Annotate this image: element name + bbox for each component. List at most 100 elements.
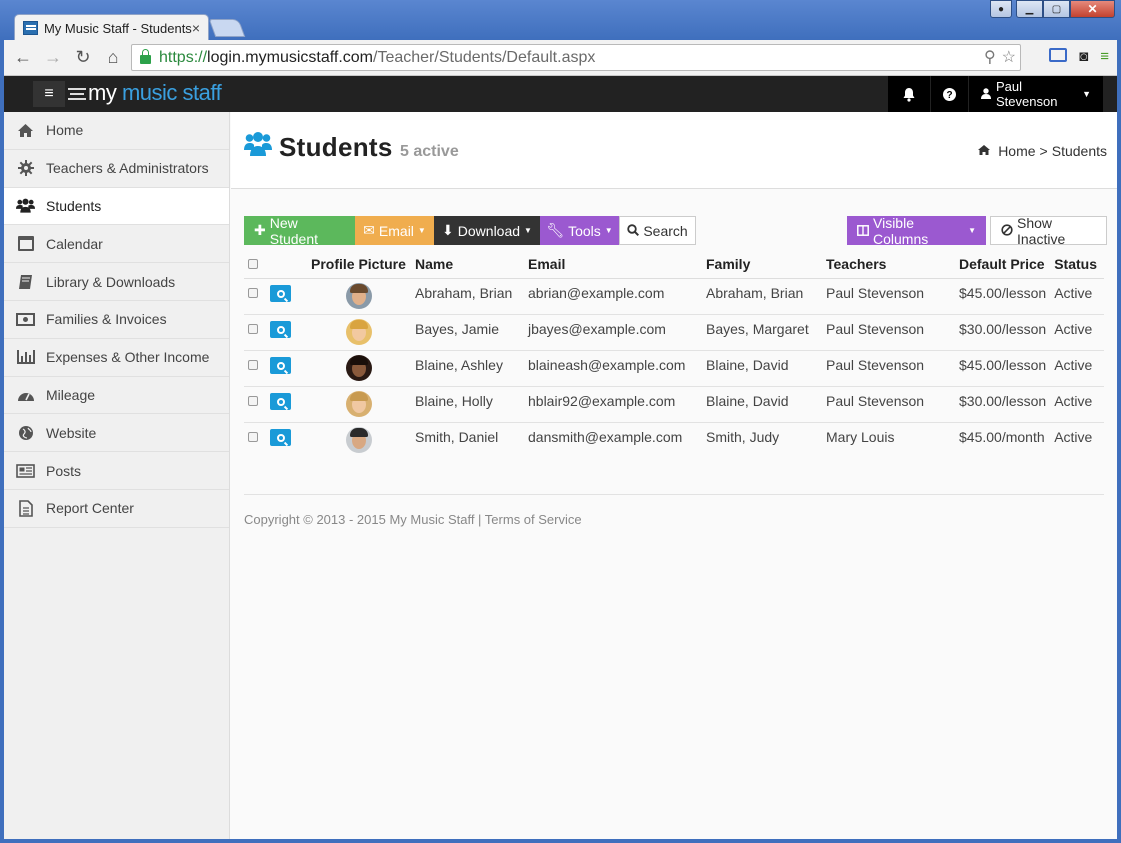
avatar[interactable]	[346, 318, 372, 345]
new-student-button[interactable]: ✚ New Student	[244, 215, 355, 247]
student-price: $45.00/lesson	[955, 350, 1051, 387]
sidebar-item-teachers[interactable]: Teachers & Administrators	[4, 150, 229, 188]
user-menu[interactable]: Paul Stevenson ▼	[969, 76, 1103, 112]
new-tab-button[interactable]	[208, 19, 246, 37]
student-email: hblair92@example.com	[524, 386, 702, 423]
url-host: login.mymusicstaff.com	[207, 48, 374, 66]
column-header-profile-picture[interactable]: Profile Picture	[307, 250, 411, 279]
show-inactive-button[interactable]: Show Inactive	[990, 215, 1107, 247]
app-logo[interactable]: my music staff	[68, 80, 222, 106]
row-checkbox[interactable]	[248, 287, 258, 298]
back-arrow-icon[interactable]: ←	[8, 47, 38, 68]
sidebar-item-website[interactable]: Website	[4, 414, 229, 453]
breadcrumb-home[interactable]: Home	[998, 143, 1035, 159]
incognito-icon[interactable]: ◙	[1079, 48, 1088, 65]
column-header-name[interactable]: Name	[411, 250, 524, 279]
url-scheme: https://	[159, 48, 208, 66]
view-student-icon[interactable]	[270, 429, 291, 446]
student-family: Blaine, David	[702, 350, 822, 387]
student-name[interactable]: Smith, Daniel	[411, 422, 524, 458]
table-row[interactable]: Abraham, Brian abrian@example.com Abraha…	[244, 278, 1104, 315]
sidebar-item-families[interactable]: Families & Invoices	[4, 301, 229, 339]
sidebar-item-students[interactable]: Students	[4, 187, 229, 226]
profile-icon[interactable]: ●	[990, 0, 1012, 18]
student-name[interactable]: Bayes, Jamie	[411, 314, 524, 351]
download-dropdown-button[interactable]: ⬇ Download ▼	[434, 216, 540, 245]
table-row[interactable]: Smith, Daniel dansmith@example.com Smith…	[244, 422, 1104, 458]
sidebar-item-label: Calendar	[46, 235, 103, 252]
sidebar-item-label: Home	[46, 122, 84, 139]
table-row[interactable]: Bayes, Jamie jbayes@example.com Bayes, M…	[244, 314, 1104, 351]
column-header-family[interactable]: Family	[702, 250, 822, 279]
avatar[interactable]	[346, 390, 372, 417]
email-dropdown-button[interactable]: ✉ Email ▼	[355, 216, 434, 245]
sidebar-item-expenses[interactable]: Expenses & Other Income	[4, 339, 229, 377]
student-teacher: Mary Louis	[826, 428, 895, 445]
student-teacher: Paul Stevenson	[822, 278, 955, 315]
student-name[interactable]: Abraham, Brian	[411, 278, 524, 315]
column-header-email[interactable]: Email	[524, 250, 702, 279]
avatar[interactable]	[346, 354, 372, 381]
table-header-row: Profile Picture Name Email Family Teache…	[244, 250, 1104, 279]
student-name[interactable]: Blaine, Ashley	[411, 350, 524, 387]
search-button[interactable]: Search	[619, 216, 696, 245]
address-bar[interactable]: https:// login.mymusicstaff.com /Teacher…	[131, 44, 1021, 71]
caret-down-icon: ▼	[524, 226, 532, 235]
avatar[interactable]	[346, 282, 372, 309]
browser-menu-icon[interactable]: ≡	[1100, 48, 1109, 65]
row-checkbox[interactable]	[248, 431, 258, 442]
reload-icon[interactable]: ↻	[68, 47, 98, 68]
main-content: Students 5 active Home > Students ✚ New …	[231, 112, 1117, 839]
view-student-icon[interactable]	[270, 357, 291, 374]
action-toolbar: ✚ New Student ✉ Email ▼ ⬇ Download ▼ 🔧︎ …	[244, 215, 696, 247]
tab-close-icon[interactable]: ×	[192, 20, 200, 36]
view-student-icon[interactable]	[270, 321, 291, 338]
breadcrumb-current: Students	[1051, 143, 1107, 159]
minimize-button[interactable]: ▁	[1016, 0, 1043, 18]
users-icon	[244, 132, 272, 160]
sidebar-item-label: Teachers & Administrators	[46, 160, 209, 177]
row-checkbox[interactable]	[248, 395, 258, 406]
sidebar-item-mileage[interactable]: Mileage	[4, 377, 229, 415]
student-status: Active	[1054, 428, 1093, 445]
view-student-icon[interactable]	[270, 285, 291, 302]
column-header-teachers[interactable]: Teachers	[822, 250, 955, 279]
help-icon[interactable]: ?	[931, 76, 968, 112]
active-count: 5 active	[400, 143, 459, 160]
sidebar-item-posts[interactable]: Posts	[4, 452, 229, 490]
zoom-icon[interactable]: ⚲	[984, 47, 996, 67]
column-header-default-price[interactable]: Default Price	[955, 250, 1051, 279]
sidebar-item-reports[interactable]: Report Center	[4, 490, 229, 528]
student-email: blaineash@example.com	[524, 350, 702, 387]
sidebar-item-calendar[interactable]: Calendar	[4, 225, 229, 264]
table-row[interactable]: Blaine, Holly hblair92@example.com Blain…	[244, 386, 1104, 423]
svg-text:?: ?	[946, 90, 952, 101]
sidebar-item-home[interactable]: Home	[4, 112, 229, 150]
home-icon[interactable]: ⌂	[98, 47, 128, 68]
screen-capture-icon[interactable]	[1049, 48, 1068, 62]
row-checkbox[interactable]	[248, 359, 258, 370]
table-row[interactable]: Blaine, Ashley blaineash@example.com Bla…	[244, 350, 1104, 387]
browser-tab[interactable]: My Music Staff - Students ×	[14, 14, 209, 41]
user-icon	[981, 87, 991, 102]
view-student-icon[interactable]	[270, 393, 291, 410]
close-window-button[interactable]: ✕	[1070, 0, 1115, 18]
student-status: Active	[1050, 278, 1104, 315]
sidebar-item-library[interactable]: Library & Downloads	[4, 263, 229, 301]
sidebar-item-label: Posts	[46, 462, 82, 479]
notifications-bell-icon[interactable]	[888, 76, 930, 112]
calendar-icon	[16, 236, 35, 252]
maximize-button[interactable]: ▢	[1043, 0, 1070, 18]
student-family: Bayes, Margaret	[702, 314, 822, 351]
forward-arrow-icon[interactable]: →	[38, 47, 68, 68]
browser-window: My Music Staff - Students × ● ▁ ▢ ✕ ← → …	[0, 0, 1121, 843]
bookmark-star-icon[interactable]: ☆	[1002, 47, 1016, 67]
avatar[interactable]	[346, 426, 372, 453]
column-header-status[interactable]: Status	[1050, 250, 1104, 279]
hamburger-menu-icon[interactable]: ≡	[33, 81, 65, 107]
student-name[interactable]: Blaine, Holly	[411, 386, 524, 423]
visible-columns-dropdown-button[interactable]: Visible Columns ▼	[847, 215, 986, 247]
row-checkbox[interactable]	[248, 323, 258, 334]
tools-dropdown-button[interactable]: 🔧︎ Tools ▼	[540, 216, 619, 245]
select-all-checkbox[interactable]	[248, 259, 258, 270]
